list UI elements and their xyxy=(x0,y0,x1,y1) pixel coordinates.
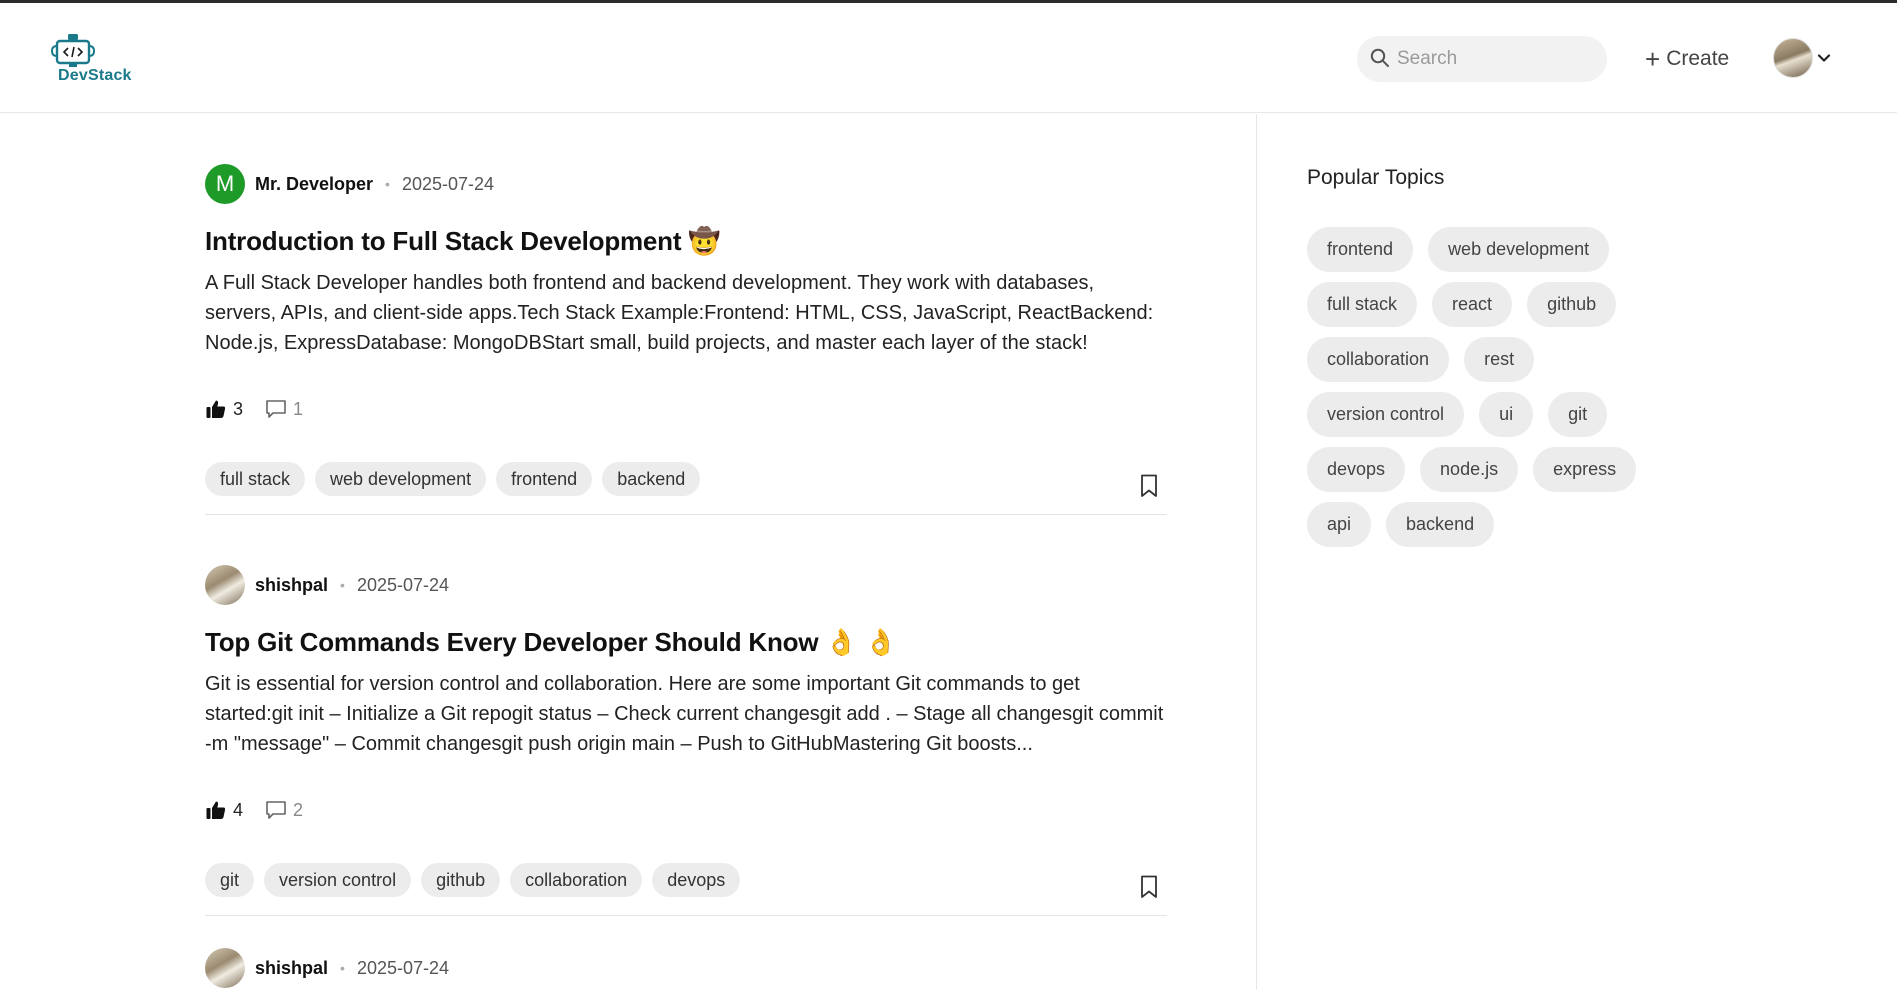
post-feed: M Mr. Developer • 2025-07-24 Introductio… xyxy=(205,114,1167,988)
header: DevStack + Create xyxy=(0,3,1897,113)
topic-chip[interactable]: frontend xyxy=(1307,227,1414,272)
author-name[interactable]: Mr. Developer xyxy=(255,174,373,195)
user-menu[interactable] xyxy=(1773,38,1831,78)
post-title[interactable]: Top Git Commands Every Developer Should … xyxy=(205,627,897,658)
post-stats: 4 2 xyxy=(205,799,325,821)
topic-chip[interactable]: git xyxy=(1548,392,1608,437)
topic-chip[interactable]: devops xyxy=(1307,447,1406,492)
comment-button[interactable]: 2 xyxy=(265,800,303,821)
tag-chip[interactable]: version control xyxy=(264,863,412,897)
topic-chip[interactable]: github xyxy=(1527,282,1617,327)
popular-topics: frontend web development full stack reac… xyxy=(1307,227,1667,547)
logo-icon xyxy=(51,34,95,67)
search-box[interactable] xyxy=(1357,36,1607,82)
tag-chip[interactable]: github xyxy=(421,863,501,897)
comment-count: 2 xyxy=(293,799,304,820)
post-author[interactable]: shishpal • 2025-07-24 xyxy=(205,948,449,988)
author-avatar[interactable] xyxy=(205,565,245,605)
topic-chip[interactable]: version control xyxy=(1307,392,1465,437)
post-author[interactable]: shishpal • 2025-07-24 xyxy=(205,565,449,605)
comment-button[interactable]: 1 xyxy=(265,399,303,420)
create-label: Create xyxy=(1666,47,1730,70)
tag-chip[interactable]: web development xyxy=(315,462,487,496)
bookmark-icon[interactable] xyxy=(1140,474,1158,503)
topic-chip[interactable]: node.js xyxy=(1420,447,1519,492)
create-button[interactable]: + Create xyxy=(1645,43,1729,75)
post-excerpt: Git is essential for version control and… xyxy=(205,673,1164,755)
search-input[interactable] xyxy=(1397,44,1597,74)
like-count: 4 xyxy=(233,799,244,820)
logo-text: DevStack xyxy=(58,67,132,84)
post-card[interactable]: M Mr. Developer • 2025-07-24 Introductio… xyxy=(205,114,1167,515)
devstack-logo[interactable]: DevStack xyxy=(48,33,138,89)
tag-chip[interactable]: devops xyxy=(652,863,741,897)
topic-chip[interactable]: web development xyxy=(1428,227,1610,272)
post-date: 2025-07-24 xyxy=(401,173,495,194)
separator-dot: • xyxy=(385,176,390,192)
topic-chip[interactable]: collaboration xyxy=(1307,337,1450,382)
post-date: 2025-07-24 xyxy=(356,574,450,595)
topic-chip[interactable]: react xyxy=(1432,282,1513,327)
plus-icon: + xyxy=(1645,44,1661,74)
post-card[interactable]: shishpal • 2025-07-24 Top Git Commands E… xyxy=(205,515,1167,916)
tag-chip[interactable]: git xyxy=(205,863,255,897)
bookmark-icon[interactable] xyxy=(1140,875,1158,904)
thumbs-up-icon xyxy=(206,400,226,418)
sidebar-divider xyxy=(1256,114,1257,990)
post-card[interactable]: shishpal • 2025-07-24 xyxy=(205,916,1167,988)
tag-chip[interactable]: collaboration xyxy=(510,863,643,897)
author-avatar[interactable]: M xyxy=(205,164,245,204)
thumbs-up-icon xyxy=(206,801,226,819)
separator-dot: • xyxy=(340,960,345,976)
chevron-down-icon[interactable] xyxy=(1817,51,1831,65)
topic-chip[interactable]: api xyxy=(1307,502,1372,547)
post-title[interactable]: Introduction to Full Stack Development 🤠 xyxy=(205,226,721,257)
comment-icon xyxy=(266,400,286,418)
post-excerpt: A Full Stack Developer handles both fron… xyxy=(205,272,1154,354)
tag-chip[interactable]: frontend xyxy=(496,462,593,496)
topic-chip[interactable]: backend xyxy=(1386,502,1495,547)
avatar[interactable] xyxy=(1773,38,1813,78)
topic-chip[interactable]: full stack xyxy=(1307,282,1418,327)
comment-count: 1 xyxy=(293,398,304,419)
post-stats: 3 1 xyxy=(205,398,325,420)
author-name[interactable]: shishpal xyxy=(255,958,328,979)
post-author[interactable]: M Mr. Developer • 2025-07-24 xyxy=(205,164,494,204)
tag-chip[interactable]: full stack xyxy=(205,462,306,496)
sidebar-title: Popular Topics xyxy=(1307,166,1445,189)
topic-chip[interactable]: express xyxy=(1533,447,1637,492)
comment-icon xyxy=(266,801,286,819)
author-name[interactable]: shishpal xyxy=(255,575,328,596)
post-date: 2025-07-24 xyxy=(356,957,450,978)
separator-dot: • xyxy=(340,577,345,593)
like-count: 3 xyxy=(233,398,244,419)
tag-chip[interactable]: backend xyxy=(602,462,701,496)
post-tags: full stack web development frontend back… xyxy=(205,462,701,496)
topic-chip[interactable]: rest xyxy=(1464,337,1535,382)
post-tags: git version control github collaboration… xyxy=(205,863,741,897)
search-icon xyxy=(1370,48,1389,67)
topic-chip[interactable]: ui xyxy=(1479,392,1534,437)
like-button[interactable]: 3 xyxy=(205,398,243,420)
author-avatar[interactable] xyxy=(205,948,245,988)
like-button[interactable]: 4 xyxy=(205,799,243,821)
